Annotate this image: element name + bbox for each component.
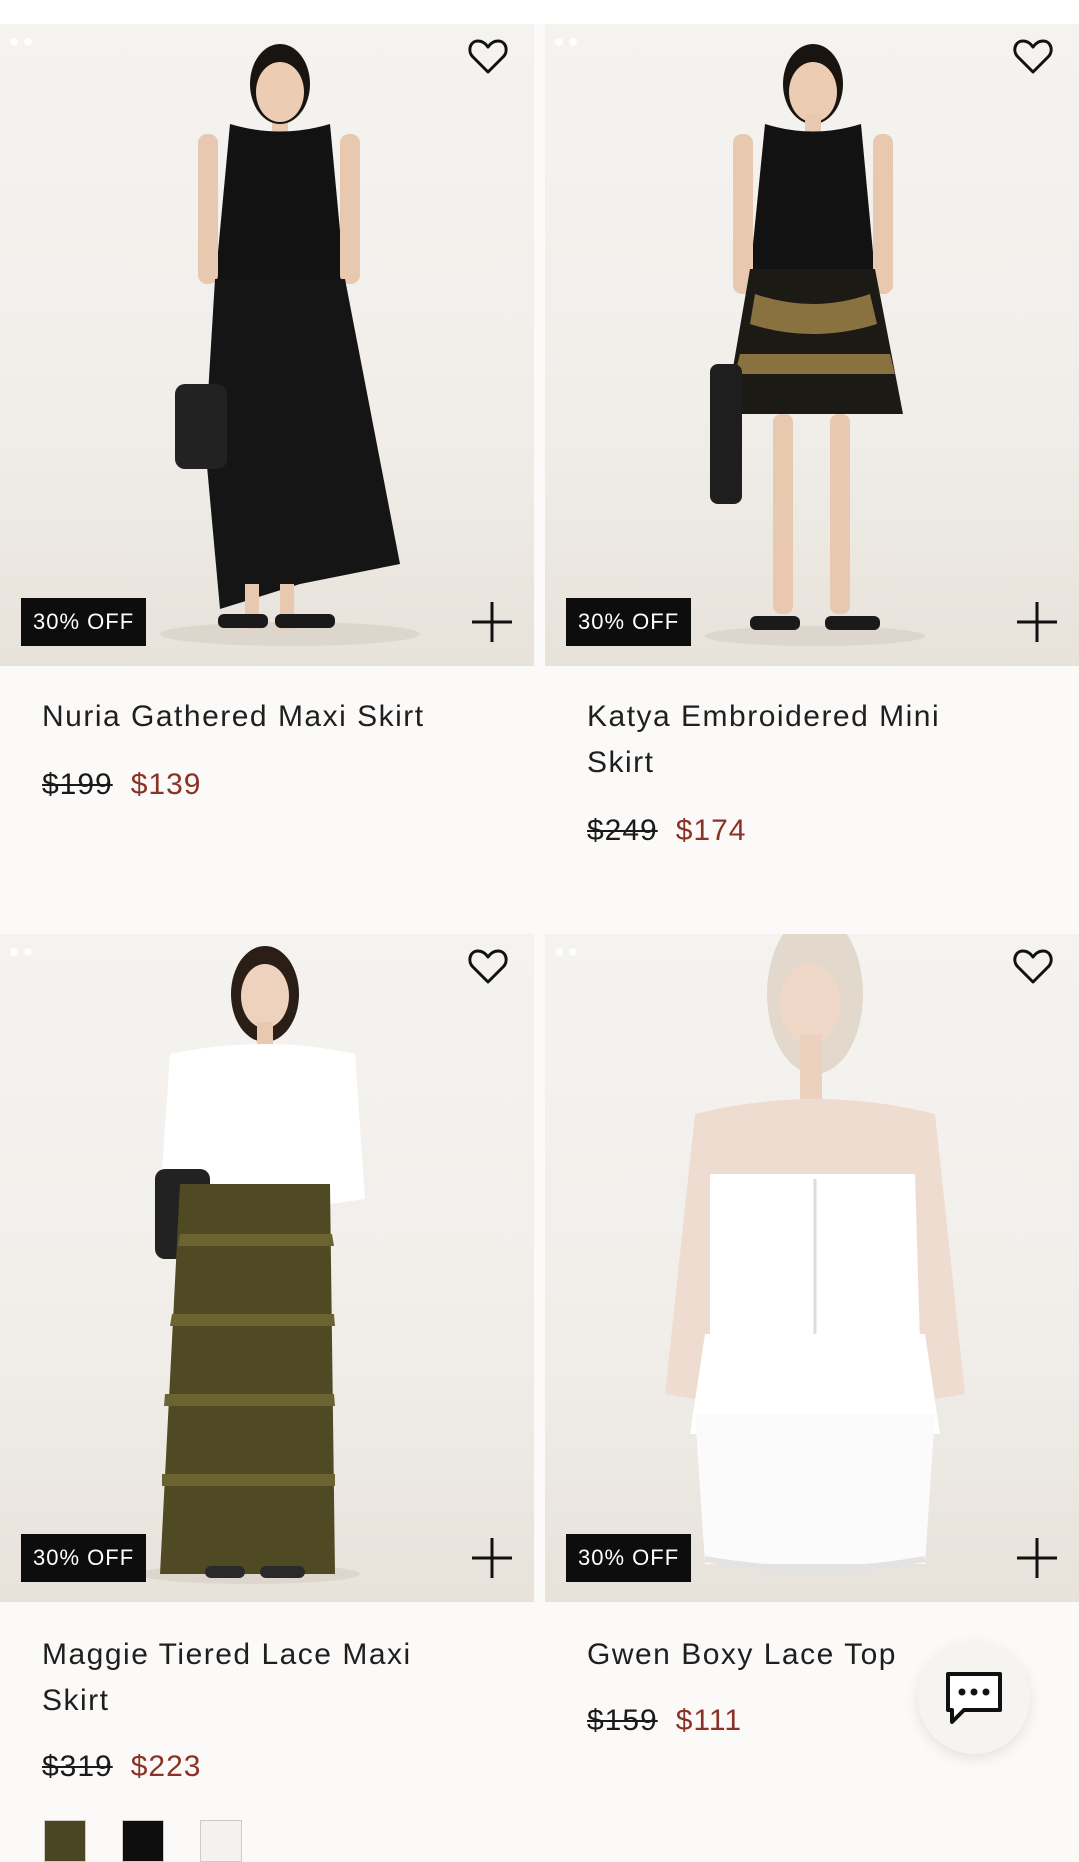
sale-price: $223 xyxy=(130,1750,202,1783)
product-image[interactable]: 30% OFF xyxy=(545,24,1079,666)
sale-price: $111 xyxy=(675,1704,743,1737)
model-figure-image xyxy=(665,934,965,1572)
model-figure-image xyxy=(705,44,925,646)
top-strip xyxy=(0,0,1079,24)
product-title[interactable]: Katya Embroidered Mini Skirt xyxy=(587,694,1007,786)
product-image[interactable]: 30% OFF xyxy=(545,934,1079,1602)
product-image[interactable]: 30% OFF xyxy=(0,24,534,666)
price-row: $319 $223 xyxy=(42,1750,202,1784)
model-figure-image xyxy=(160,44,420,646)
sale-price: $174 xyxy=(675,814,747,847)
plus-icon[interactable] xyxy=(1011,1532,1063,1584)
original-price: $159 xyxy=(587,1704,658,1737)
model-figure-image xyxy=(140,946,365,1584)
color-swatches xyxy=(44,1820,242,1862)
swatch-black[interactable] xyxy=(122,1820,164,1862)
price-row: $199 $139 xyxy=(42,768,202,802)
price-row: $249 $174 xyxy=(587,814,747,848)
product-title[interactable]: Maggie Tiered Lace Maxi Skirt xyxy=(42,1632,482,1724)
chat-bubble-icon xyxy=(946,1672,1002,1724)
original-price: $199 xyxy=(42,768,113,801)
product-title[interactable]: Nuria Gathered Maxi Skirt xyxy=(42,694,482,740)
plus-icon[interactable] xyxy=(466,1532,518,1584)
product-image[interactable]: 30% OFF xyxy=(0,934,534,1602)
price-row: $159 $111 xyxy=(587,1704,742,1738)
plus-icon[interactable] xyxy=(466,596,518,648)
discount-badge: 30% OFF xyxy=(21,1534,147,1582)
plus-icon[interactable] xyxy=(1011,596,1063,648)
chat-button[interactable] xyxy=(918,1642,1030,1754)
swatch-white[interactable] xyxy=(200,1820,242,1862)
heart-icon[interactable] xyxy=(1009,942,1057,990)
discount-badge: 30% OFF xyxy=(566,1534,692,1582)
heart-icon[interactable] xyxy=(1009,32,1057,80)
original-price: $249 xyxy=(587,814,658,847)
sale-price: $139 xyxy=(130,768,202,801)
discount-badge: 30% OFF xyxy=(566,598,692,646)
swatch-olive[interactable] xyxy=(44,1820,86,1862)
original-price: $319 xyxy=(42,1750,113,1783)
heart-icon[interactable] xyxy=(464,32,512,80)
discount-badge: 30% OFF xyxy=(21,598,147,646)
heart-icon[interactable] xyxy=(464,942,512,990)
